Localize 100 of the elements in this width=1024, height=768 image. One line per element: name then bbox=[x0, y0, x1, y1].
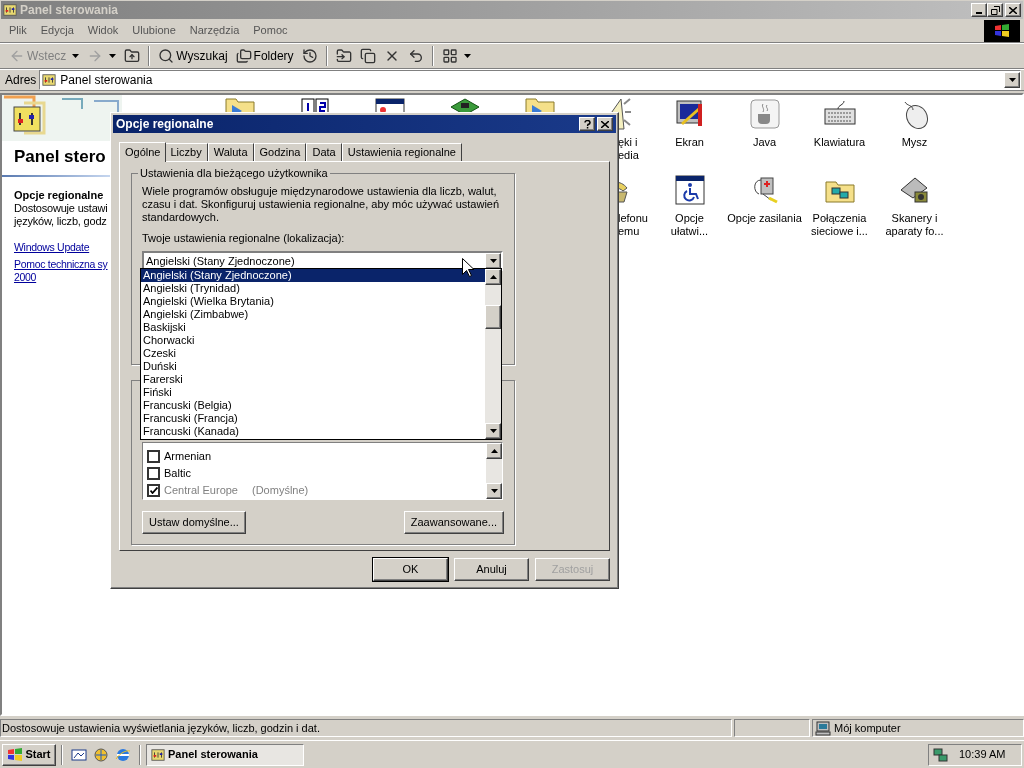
minimize-icon bbox=[976, 12, 982, 14]
folder-icon bbox=[223, 98, 256, 112]
circuit-card-icon bbox=[448, 98, 481, 112]
folders-icon bbox=[235, 48, 252, 64]
locale-option[interactable]: Fiński bbox=[141, 386, 485, 399]
icon-label[interactable]: Ekran bbox=[675, 136, 704, 149]
dialog-title: Opcje regionalne bbox=[116, 116, 214, 133]
icon-label[interactable]: Mysz bbox=[901, 136, 928, 149]
scroll-thumb[interactable] bbox=[485, 305, 501, 329]
start-button[interactable]: Start bbox=[2, 743, 56, 766]
menu-item[interactable]: Edycja bbox=[33, 22, 81, 39]
description-text: Wiele programów obsługuje międzynarodowe ustawienia dla liczb, walut, czasu i dat. Skonfiguruj ustawienia regionalne, aby móc używać ustawień standardowych. bbox=[142, 185, 501, 224]
caret-icon bbox=[489, 259, 497, 263]
close-icon bbox=[1009, 6, 1017, 14]
tab[interactable]: Waluta bbox=[207, 143, 254, 161]
scroll-up-button[interactable] bbox=[485, 269, 501, 285]
caret-icon bbox=[1008, 78, 1016, 82]
tab[interactable]: Ustawienia regionalne bbox=[341, 143, 462, 161]
help-link[interactable]: Windows Update bbox=[14, 241, 90, 254]
selected-item-title: Opcje regionalne bbox=[14, 189, 104, 202]
toolbar-button[interactable]: Wyszukaj bbox=[155, 45, 231, 67]
help-button[interactable] bbox=[579, 117, 595, 131]
clock: 10:39 AM bbox=[959, 747, 1006, 763]
locale-option[interactable]: Angielski (Zimbabwe) bbox=[141, 308, 485, 321]
group-button[interactable]: Ustaw domyślne... bbox=[142, 511, 246, 534]
control-panel-icon bbox=[151, 747, 165, 762]
down-arrow-icon bbox=[490, 489, 498, 493]
computer-icon bbox=[815, 720, 831, 736]
search-icon bbox=[158, 48, 175, 64]
caret-icon bbox=[463, 54, 471, 58]
control-panel-icon bbox=[3, 3, 17, 17]
locale-option[interactable]: Czeski bbox=[141, 347, 485, 360]
tab[interactable]: Ogólne bbox=[119, 142, 167, 162]
minimize-button[interactable] bbox=[971, 3, 987, 17]
group-title: Ustawienia dla bieżącego użytkownika bbox=[138, 167, 330, 180]
locale-option[interactable]: Farerski bbox=[141, 373, 485, 386]
restore-button[interactable] bbox=[987, 3, 1003, 17]
icon-label[interactable]: Opcje zasilania bbox=[727, 212, 802, 225]
locale-option[interactable]: Baskijski bbox=[141, 321, 485, 334]
locale-option[interactable]: Angielski (Wielka Brytania) bbox=[141, 295, 485, 308]
up-arrow-icon bbox=[490, 449, 498, 453]
close-button[interactable] bbox=[597, 117, 613, 131]
checkbox[interactable] bbox=[147, 467, 160, 480]
zone-label: Mój komputer bbox=[834, 720, 901, 736]
copy-to-icon bbox=[359, 48, 376, 64]
tab[interactable]: Data bbox=[306, 143, 342, 161]
check-icon bbox=[149, 487, 158, 494]
undo-icon bbox=[407, 48, 424, 64]
network-tray-icon[interactable] bbox=[933, 746, 949, 763]
icon-label[interactable]: Java bbox=[752, 136, 777, 149]
address-label: Adres bbox=[5, 72, 37, 89]
scroll-up-button[interactable] bbox=[486, 443, 502, 459]
locale-option[interactable]: Francuski (Kanada) bbox=[141, 425, 485, 438]
caret-icon bbox=[72, 54, 80, 58]
wheelchair-window-icon bbox=[673, 174, 706, 206]
locale-option[interactable]: Duński bbox=[141, 360, 485, 373]
status-text: Dostosowuje ustawienia wyświetlania języków, liczb, godzin i dat. bbox=[0, 719, 732, 737]
taskbar-button[interactable]: Panel sterowania bbox=[146, 743, 304, 766]
caret-icon bbox=[109, 54, 117, 58]
coffee-cup-icon bbox=[748, 98, 781, 130]
down-arrow-icon bbox=[489, 429, 497, 433]
locale-option[interactable]: Angielski (Stany Zjednoczone) bbox=[141, 269, 485, 282]
menu-item[interactable]: Ulubione bbox=[125, 22, 183, 39]
windows-flag-icon bbox=[7, 746, 24, 763]
icon-label[interactable]: Klawiatura bbox=[813, 136, 866, 149]
locale-option[interactable]: Francuski (Francja) bbox=[141, 412, 485, 425]
group-button[interactable]: Zaawansowane... bbox=[403, 511, 504, 534]
icon-label[interactable]: Opcje ułatwi... bbox=[670, 212, 709, 238]
tab[interactable]: Liczby bbox=[164, 143, 208, 161]
locale-option[interactable]: Chorwacki bbox=[141, 334, 485, 347]
address-dropdown-button[interactable] bbox=[1004, 72, 1020, 88]
history-icon bbox=[301, 48, 318, 64]
up-arrow-icon bbox=[489, 275, 497, 279]
menu-item[interactable]: Plik bbox=[2, 22, 34, 39]
tab[interactable]: Godzina bbox=[253, 143, 307, 161]
desktop-icon[interactable] bbox=[71, 746, 87, 763]
control-panel-icon bbox=[42, 73, 57, 87]
dialog-button[interactable]: OK bbox=[373, 558, 448, 581]
scroll-down-button[interactable] bbox=[485, 423, 501, 439]
checkbox[interactable] bbox=[147, 450, 160, 463]
address-field[interactable]: Panel sterowania bbox=[39, 70, 1021, 90]
dialog-button[interactable]: Anuluj bbox=[454, 558, 529, 581]
locale-option[interactable]: Angielski (Trynidad) bbox=[141, 282, 485, 295]
icon-label[interactable]: Połączenia sieciowe i... bbox=[811, 212, 868, 238]
menu-item[interactable]: Pomoc bbox=[246, 22, 295, 39]
code-page-label: Baltic bbox=[164, 466, 191, 482]
code-page-label: Central Europe bbox=[164, 483, 238, 499]
scroll-down-button[interactable] bbox=[486, 483, 502, 499]
close-button[interactable] bbox=[1005, 3, 1021, 17]
combo-dropdown-button[interactable] bbox=[485, 253, 501, 269]
menu-item[interactable]: Widok bbox=[80, 22, 126, 39]
menu-item[interactable]: Narzędzia bbox=[182, 22, 247, 39]
icon-label[interactable]: Skanery i aparaty fo... bbox=[885, 212, 944, 238]
globe-icon[interactable] bbox=[115, 746, 131, 763]
locale-option[interactable]: Francuski (Belgia) bbox=[141, 399, 485, 412]
item-description: Dostosowuje ustawi języków, liczb, godz bbox=[14, 202, 108, 228]
views-icon bbox=[441, 48, 458, 64]
toolbar-button[interactable]: Foldery bbox=[232, 45, 297, 67]
help-link[interactable]: Pomoc techniczna sy 2000 bbox=[14, 258, 108, 284]
folder-icon bbox=[523, 98, 556, 112]
